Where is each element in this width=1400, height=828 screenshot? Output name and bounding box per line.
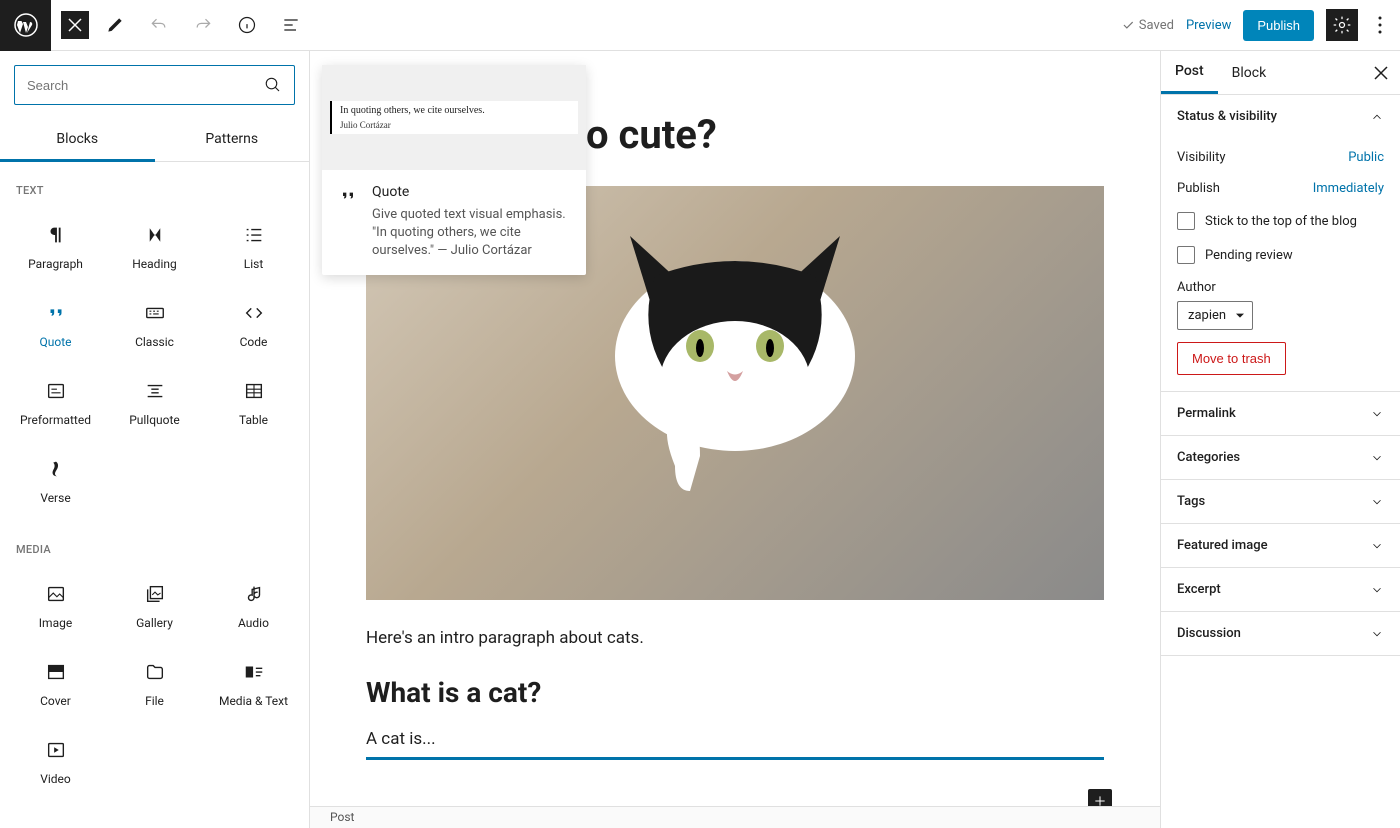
quote-preview-text: In quoting others, we cite ourselves. <box>340 105 570 116</box>
tab-patterns[interactable]: Patterns <box>155 119 310 161</box>
stick-checkbox[interactable] <box>1177 212 1195 230</box>
block-quote[interactable]: Quote <box>6 283 105 361</box>
publish-label: Publish <box>1177 181 1220 196</box>
block-heading[interactable]: Heading <box>105 205 204 283</box>
block-cover[interactable]: Cover <box>6 642 105 720</box>
sidebar-close-button[interactable] <box>1362 66 1400 80</box>
kebab-icon <box>1378 16 1382 34</box>
cat-image-placeholder <box>575 216 895 496</box>
block-table[interactable]: Table <box>204 361 303 439</box>
author-select[interactable]: zapien <box>1177 301 1253 330</box>
chevron-down-icon <box>1370 583 1384 597</box>
quote-desc-text: Give quoted text visual emphasis. "In qu… <box>372 206 570 261</box>
check-icon <box>1121 18 1135 32</box>
pending-checkbox[interactable] <box>1177 246 1195 264</box>
panel-featured-image[interactable]: Featured image <box>1161 524 1400 567</box>
chevron-down-icon <box>1370 539 1384 553</box>
sidebar-tab-post[interactable]: Post <box>1161 51 1218 94</box>
more-menu-button[interactable] <box>1370 7 1390 43</box>
search-icon <box>264 76 282 94</box>
block-inserter-panel: Blocks Patterns TEXT Paragraph Heading L… <box>0 51 310 828</box>
block-media-text[interactable]: Media & Text <box>204 642 303 720</box>
block-file[interactable]: File <box>105 642 204 720</box>
quote-desc-title: Quote <box>372 184 570 200</box>
block-pullquote[interactable]: Pullquote <box>105 361 204 439</box>
preview-button[interactable]: Preview <box>1186 18 1231 33</box>
edit-tool-icon[interactable] <box>97 7 133 43</box>
category-media: MEDIA <box>0 535 309 564</box>
redo-icon[interactable] <box>185 7 221 43</box>
block-code[interactable]: Code <box>204 283 303 361</box>
settings-sidebar: Post Block Status & visibility Visibilit… <box>1160 51 1400 828</box>
quote-icon <box>338 186 358 261</box>
top-toolbar: Saved Preview Publish <box>0 0 1400 51</box>
panel-categories[interactable]: Categories <box>1161 436 1400 479</box>
block-preformatted[interactable]: Preformatted <box>6 361 105 439</box>
publish-value[interactable]: Immediately <box>1313 181 1384 196</box>
category-text: TEXT <box>0 176 309 205</box>
info-icon[interactable] <box>229 7 265 43</box>
block-search-input[interactable] <box>14 65 295 105</box>
block-list[interactable]: List <box>204 205 303 283</box>
panel-discussion[interactable]: Discussion <box>1161 612 1400 655</box>
quote-preview-cite: Julio Cortázar <box>340 120 570 130</box>
settings-button[interactable] <box>1326 9 1358 41</box>
visibility-label: Visibility <box>1177 150 1226 165</box>
pending-label: Pending review <box>1205 248 1293 263</box>
heading-block[interactable]: What is a cat? <box>366 676 1104 709</box>
panel-status-visibility[interactable]: Status & visibility <box>1161 95 1400 138</box>
block-gallery[interactable]: Gallery <box>105 564 204 642</box>
stick-label: Stick to the top of the blog <box>1205 214 1357 229</box>
author-label: Author <box>1177 280 1384 295</box>
selected-paragraph-block[interactable]: A cat is... <box>366 729 1104 760</box>
panel-excerpt[interactable]: Excerpt <box>1161 568 1400 611</box>
chevron-up-icon <box>1370 110 1384 124</box>
block-image[interactable]: Image <box>6 564 105 642</box>
publish-button[interactable]: Publish <box>1243 10 1314 41</box>
intro-paragraph[interactable]: Here's an intro paragraph about cats. <box>366 628 1104 648</box>
close-inserter-button[interactable] <box>61 11 89 39</box>
breadcrumb-bar: Post <box>310 806 1160 828</box>
block-audio[interactable]: Audio <box>204 564 303 642</box>
gear-icon <box>1332 15 1352 35</box>
visibility-value[interactable]: Public <box>1348 150 1384 165</box>
chevron-down-icon <box>1370 495 1384 509</box>
block-video[interactable]: Video <box>6 720 105 798</box>
sidebar-tab-block[interactable]: Block <box>1218 51 1281 94</box>
tab-blocks[interactable]: Blocks <box>0 119 155 162</box>
block-paragraph[interactable]: Paragraph <box>6 205 105 283</box>
close-icon <box>1374 66 1388 80</box>
move-to-trash-button[interactable]: Move to trash <box>1177 342 1286 375</box>
panel-permalink[interactable]: Permalink <box>1161 392 1400 435</box>
chevron-down-icon <box>1370 451 1384 465</box>
panel-tags[interactable]: Tags <box>1161 480 1400 523</box>
undo-icon[interactable] <box>141 7 177 43</box>
block-classic[interactable]: Classic <box>105 283 204 361</box>
outline-icon[interactable] <box>273 7 309 43</box>
wordpress-logo[interactable] <box>0 0 51 51</box>
saved-status: Saved <box>1121 18 1174 33</box>
chevron-down-icon <box>1370 627 1384 641</box>
quote-block-tooltip: In quoting others, we cite ourselves. Ju… <box>322 65 586 275</box>
chevron-down-icon <box>1370 407 1384 421</box>
block-verse[interactable]: Verse <box>6 439 105 517</box>
